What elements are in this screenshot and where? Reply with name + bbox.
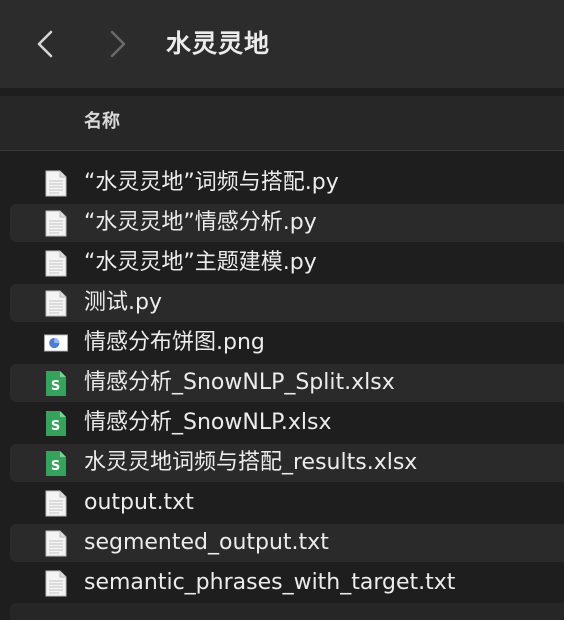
list-header: 名称 bbox=[0, 96, 564, 151]
python-file-icon bbox=[44, 209, 68, 237]
name-column-header[interactable]: 名称 bbox=[84, 109, 120, 135]
spreadsheet-file-icon: S bbox=[44, 369, 68, 397]
spreadsheet-file-icon: S bbox=[44, 409, 68, 437]
file-name: 情感分析_SnowNLP_Split.xlsx bbox=[84, 370, 395, 395]
empty-row-stripe bbox=[10, 603, 564, 620]
file-row[interactable]: segmented_output.txt bbox=[0, 523, 564, 563]
file-name: 情感分布饼图.png bbox=[84, 330, 265, 355]
forward-button[interactable] bbox=[103, 26, 133, 62]
file-row[interactable]: 测试.py bbox=[0, 283, 564, 323]
image-file-icon bbox=[44, 329, 68, 357]
python-file-icon bbox=[44, 289, 68, 317]
file-name: “水灵灵地”主题建模.py bbox=[84, 250, 317, 275]
file-name: 水灵灵地词频与搭配_results.xlsx bbox=[84, 450, 418, 475]
file-row[interactable]: S 情感分析_SnowNLP_Split.xlsx bbox=[0, 363, 564, 403]
svg-text:S: S bbox=[51, 419, 60, 434]
file-name: 测试.py bbox=[84, 290, 162, 315]
file-row[interactable]: 情感分布饼图.png bbox=[0, 323, 564, 363]
file-list: “水灵灵地”词频与搭配.py “水灵灵地”情感分析.py “水灵灵地”主题建模.… bbox=[0, 163, 564, 603]
svg-text:S: S bbox=[51, 459, 60, 474]
file-row[interactable]: “水灵灵地”情感分析.py bbox=[0, 203, 564, 243]
window-title: 水灵灵地 bbox=[166, 29, 271, 58]
file-name: semantic_phrases_with_target.txt bbox=[84, 570, 456, 595]
spreadsheet-file-icon: S bbox=[44, 449, 68, 477]
back-button[interactable] bbox=[30, 26, 60, 62]
text-file-icon bbox=[44, 489, 68, 517]
file-name: output.txt bbox=[84, 490, 194, 515]
file-row[interactable]: S 情感分析_SnowNLP.xlsx bbox=[0, 403, 564, 443]
svg-text:S: S bbox=[51, 379, 60, 394]
file-row[interactable]: “水灵灵地”主题建模.py bbox=[0, 243, 564, 283]
chevron-left-icon bbox=[37, 30, 53, 58]
python-file-icon bbox=[44, 169, 68, 197]
text-file-icon bbox=[44, 569, 68, 597]
file-name: 情感分析_SnowNLP.xlsx bbox=[84, 410, 332, 435]
file-row[interactable]: “水灵灵地”词频与搭配.py bbox=[0, 163, 564, 203]
file-row[interactable]: output.txt bbox=[0, 483, 564, 523]
file-name: “水灵灵地”情感分析.py bbox=[84, 210, 317, 235]
file-name: segmented_output.txt bbox=[84, 530, 329, 555]
file-row[interactable]: semantic_phrases_with_target.txt bbox=[0, 563, 564, 603]
finder-toolbar: 水灵灵地 bbox=[0, 0, 564, 88]
chevron-right-icon bbox=[110, 30, 126, 58]
python-file-icon bbox=[44, 249, 68, 277]
file-row[interactable]: S 水灵灵地词频与搭配_results.xlsx bbox=[0, 443, 564, 483]
file-name: “水灵灵地”词频与搭配.py bbox=[84, 170, 339, 195]
text-file-icon bbox=[44, 529, 68, 557]
